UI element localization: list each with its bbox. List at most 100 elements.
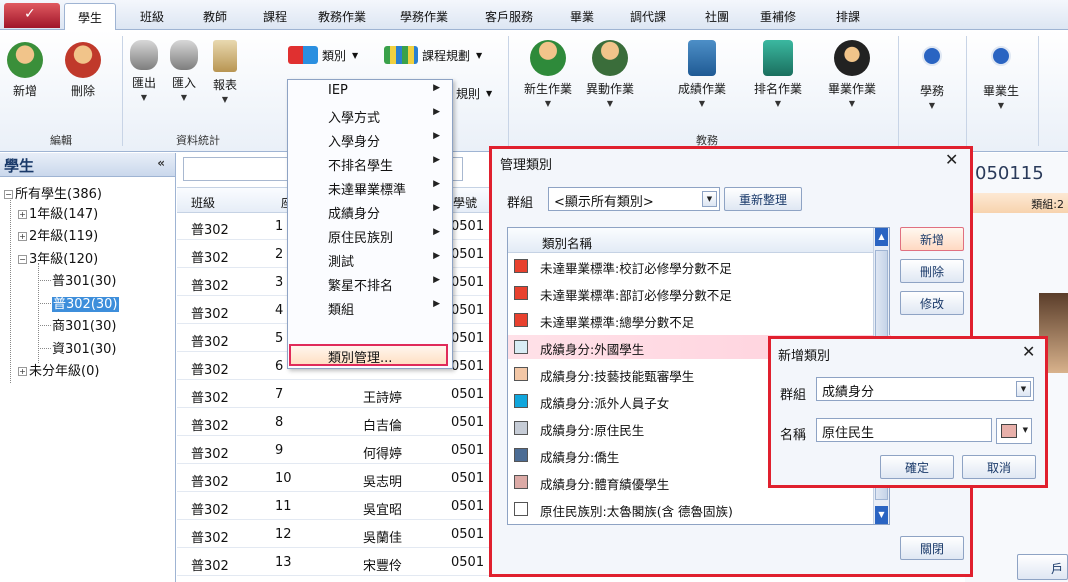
chevron-down-icon: ▼: [476, 50, 483, 60]
confirm-button[interactable]: 確定: [880, 455, 954, 479]
menu-item[interactable]: 類組 ▶: [288, 296, 452, 320]
export-button[interactable]: 匯出 ▼: [128, 40, 160, 102]
tab-academic[interactable]: 教務作業: [318, 8, 366, 25]
table-row[interactable]: 普302 8 白吉倫 0501: [177, 410, 507, 436]
table-cell-no: 0501: [451, 555, 485, 570]
edit-category-button[interactable]: 修改: [900, 291, 964, 315]
category-name-input[interactable]: 原住民生: [816, 418, 992, 442]
delete-category-button[interactable]: 刪除: [900, 259, 964, 283]
close-icon[interactable]: ✕: [945, 150, 958, 169]
close-dialog-button[interactable]: 關閉: [900, 536, 964, 560]
menu-item[interactable]: 原住民族別 ▶: [288, 224, 452, 248]
tab-student-affairs[interactable]: 學務作業: [400, 8, 448, 25]
delete-student-button[interactable]: 刪除: [64, 42, 102, 99]
expand-icon[interactable]: +: [18, 210, 27, 219]
tab-teacher[interactable]: 教師: [203, 8, 227, 25]
list-item[interactable]: 未達畢業標準:校訂必修學分數不足: [508, 254, 874, 278]
tree-node[interactable]: − 所有學生(386): [4, 183, 102, 202]
add-group-select[interactable]: 成績身分 ▼: [816, 377, 1034, 401]
clipboard-report-icon: [213, 40, 237, 72]
tab-scheduling[interactable]: 排課: [836, 8, 860, 25]
table-cell-class: 普302: [191, 503, 229, 518]
tab-substitute[interactable]: 調代課: [630, 8, 666, 25]
tab-club[interactable]: 社團: [705, 8, 729, 25]
tab-class[interactable]: 班級: [140, 8, 164, 25]
chevron-down-icon: ▼: [486, 88, 493, 98]
table-cell-no: 0501: [451, 499, 485, 514]
table-cell-no: 0501: [451, 471, 485, 486]
cancel-button[interactable]: 取消: [962, 455, 1036, 479]
menu-item-label: 入學方式: [328, 111, 381, 126]
tree-node[interactable]: 普302(30): [40, 293, 119, 312]
menu-item[interactable]: 成績身分 ▶: [288, 200, 452, 224]
tree-node[interactable]: 普301(30): [40, 270, 117, 289]
tree-node[interactable]: 資301(30): [40, 338, 117, 357]
menu-item[interactable]: 測試 ▶: [288, 248, 452, 272]
scroll-down-icon[interactable]: ▼: [875, 506, 888, 524]
grades-button[interactable]: 成績作業 ▼: [674, 40, 730, 108]
table-row[interactable]: 普302 11 吳宜昭 0501: [177, 494, 507, 520]
tree-node[interactable]: −3年級(120): [18, 248, 98, 267]
tree-node[interactable]: 商301(30): [40, 315, 117, 334]
tree-node[interactable]: + 未分年級(0): [18, 360, 99, 379]
table-cell-class: 普302: [191, 559, 229, 574]
new-student-button[interactable]: 新生作業 ▼: [520, 40, 576, 108]
add-student-button[interactable]: 新增: [6, 42, 44, 99]
course-planning-button[interactable]: 課程規劃 ▼: [384, 44, 482, 66]
column-header-category-name[interactable]: 類別名稱: [542, 233, 592, 252]
menu-item[interactable]: IEP ▶: [288, 80, 452, 104]
graduation-label: 畢業作業: [827, 82, 876, 96]
menu-item[interactable]: 入學方式 ▶: [288, 104, 452, 128]
menu-item[interactable]: 入學身分 ▶: [288, 128, 452, 152]
close-icon[interactable]: ✕: [1022, 342, 1035, 361]
menu-item[interactable]: 不排名學生 ▶: [288, 152, 452, 176]
table-row[interactable]: 普302 13 宋豐伶 0501: [177, 550, 507, 576]
collapse-panel-button[interactable]: «: [157, 156, 165, 170]
color-picker-button[interactable]: ▼: [996, 418, 1032, 444]
tab-customer-service[interactable]: 客戶服務: [485, 8, 533, 25]
expand-icon[interactable]: +: [18, 367, 27, 376]
menu-item[interactable]: 未達畢業標準 ▶: [288, 176, 452, 200]
app-menu-button[interactable]: ✓: [4, 3, 60, 28]
refresh-button[interactable]: 重新整理: [724, 187, 802, 211]
ranking-button[interactable]: 排名作業 ▼: [748, 40, 808, 108]
add-name-label: 名稱: [780, 428, 807, 443]
student-affairs-button[interactable]: 學務 ▼: [910, 46, 954, 110]
scroll-up-icon[interactable]: ▲: [875, 228, 888, 246]
graduates-label: 畢業生: [982, 84, 1019, 98]
collapse-icon[interactable]: −: [4, 190, 13, 199]
menu-item[interactable]: 繁星不排名 ▶: [288, 272, 452, 296]
report-button[interactable]: 報表 ▼: [205, 40, 245, 104]
category-button[interactable]: 類別 ▼: [288, 44, 358, 66]
tab-student[interactable]: 學生: [64, 3, 117, 30]
rule-button[interactable]: 規則 ▼: [456, 82, 492, 104]
transfer-button[interactable]: 異動作業 ▼: [582, 40, 638, 108]
tree-node[interactable]: +2年級(119): [18, 225, 98, 244]
tab-course[interactable]: 課程: [263, 8, 287, 25]
table-row[interactable]: 普302 10 吳志明 0501: [177, 466, 507, 492]
graduates-button[interactable]: 畢業生 ▼: [974, 46, 1028, 110]
separator: [122, 36, 123, 146]
expand-icon[interactable]: +: [18, 232, 27, 241]
list-item[interactable]: 原住民族別:太魯閣族(含 德魯固族): [508, 497, 874, 521]
list-item[interactable]: 未達畢業標準:部訂必修學分數不足: [508, 281, 874, 305]
add-category-button[interactable]: 新增: [900, 227, 964, 251]
category-name: 未達畢業標準:部訂必修學分數不足: [540, 288, 732, 303]
table-row[interactable]: 普302 9 何得婷 0501: [177, 438, 507, 464]
graduation-button[interactable]: 畢業作業 ▼: [820, 40, 884, 108]
tab-remedial[interactable]: 重補修: [760, 8, 796, 25]
detail-action-label: 戶: [1050, 562, 1063, 576]
table-row[interactable]: 普302 12 吳蘭佳 0501: [177, 522, 507, 548]
column-header-student-no[interactable]: 學號: [453, 194, 477, 211]
tab-graduation[interactable]: 畢業: [570, 8, 594, 25]
tree-node[interactable]: +1年級(147): [18, 203, 98, 222]
table-row[interactable]: 普302 7 王詩婷 0501: [177, 382, 507, 408]
list-item[interactable]: 未達畢業標準:總學分數不足: [508, 308, 874, 332]
detail-action-button[interactable]: 戶: [1017, 554, 1068, 580]
category-name: 成績身分:技藝技能甄審學生: [540, 369, 695, 384]
column-header-class[interactable]: 班級: [191, 194, 215, 211]
collapse-icon[interactable]: −: [18, 255, 27, 264]
menu-item[interactable]: 類別管理...: [288, 344, 452, 368]
import-button[interactable]: 匯入 ▼: [168, 40, 200, 102]
group-select[interactable]: <顯示所有類別> ▼: [548, 187, 720, 211]
